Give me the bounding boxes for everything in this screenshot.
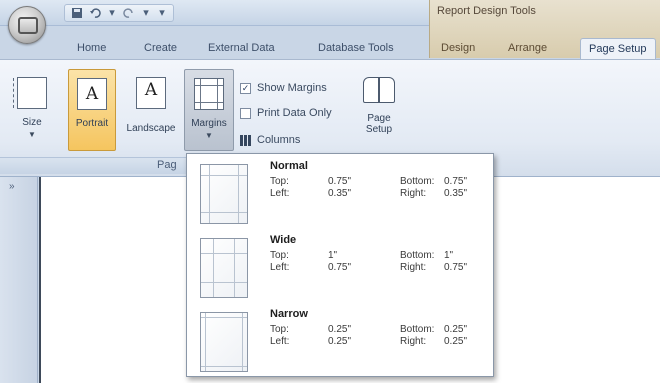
- option-name: Narrow: [270, 308, 308, 320]
- tab-external-data[interactable]: External Data: [208, 42, 275, 58]
- chevron-down-icon: ▼: [205, 131, 213, 140]
- landscape-label: Landscape: [126, 123, 176, 134]
- office-button[interactable]: [8, 6, 46, 44]
- navigation-pane: »: [0, 177, 38, 383]
- wide-margins-thumbnail-icon: [200, 238, 248, 298]
- left-label: Left:: [270, 262, 290, 273]
- columns-label: Columns: [257, 134, 301, 146]
- top-value: 0.25": [328, 324, 352, 335]
- undo-dropdown-icon[interactable]: ▾: [107, 7, 117, 19]
- right-value: 0.75": [444, 262, 468, 273]
- tab-page-setup[interactable]: Page Setup: [580, 38, 656, 60]
- show-margins-checkbox[interactable]: ✓ Show Margins: [240, 80, 327, 96]
- expand-pane-icon[interactable]: »: [9, 181, 15, 192]
- group-label: Pag: [157, 159, 177, 171]
- landscape-page-icon: A: [136, 77, 166, 109]
- tab-arrange[interactable]: Arrange: [508, 42, 547, 58]
- page-setup-label-1: Page: [367, 113, 391, 124]
- option-name: Normal: [270, 160, 308, 172]
- right-label: Right:: [400, 262, 427, 273]
- print-data-only-label: Print Data Only: [257, 107, 332, 119]
- left-value: 0.75": [328, 262, 352, 273]
- tab-create[interactable]: Create: [144, 42, 177, 58]
- bottom-label: Bottom:: [400, 250, 435, 261]
- left-value: 0.35": [328, 188, 352, 199]
- margins-label: Margins: [191, 118, 227, 129]
- portrait-glyph: A: [85, 84, 99, 104]
- bottom-value: 1": [444, 250, 454, 261]
- redo-dropdown-icon[interactable]: ▾: [141, 7, 151, 19]
- top-value: 0.75": [328, 176, 352, 187]
- margins-dropdown: Normal Top: 0.75" Bottom: 0.75" Left: 0.…: [186, 153, 494, 377]
- right-value: 0.35": [444, 188, 468, 199]
- size-label: Size: [22, 117, 42, 128]
- top-value: 1": [328, 250, 338, 261]
- left-label: Left:: [270, 336, 290, 347]
- portrait-label: Portrait: [75, 118, 109, 129]
- save-icon[interactable]: [71, 7, 83, 19]
- margin-option-wide[interactable]: Wide Top: 1" Bottom: 1" Left: 0.75" Righ…: [188, 232, 492, 304]
- top-label: Top:: [270, 250, 289, 261]
- chevron-down-icon: ▼: [28, 130, 36, 139]
- checkmark-icon: ✓: [240, 82, 251, 94]
- tab-home[interactable]: Home: [77, 42, 106, 58]
- tab-design[interactable]: Design: [441, 42, 475, 58]
- bottom-value: 0.75": [444, 176, 468, 187]
- landscape-glyph: A: [144, 80, 158, 100]
- context-title: Report Design Tools: [437, 5, 536, 17]
- page-setup-button[interactable]: Page Setup: [355, 75, 403, 155]
- margin-option-normal[interactable]: Normal Top: 0.75" Bottom: 0.75" Left: 0.…: [188, 158, 492, 230]
- right-label: Right:: [400, 336, 427, 347]
- empty-checkbox-icon: [240, 107, 251, 119]
- margin-option-narrow[interactable]: Narrow Top: 0.25" Bottom: 0.25" Left: 0.…: [188, 306, 492, 378]
- columns-button[interactable]: Columns: [240, 132, 300, 148]
- page-size-icon: [13, 77, 47, 109]
- bottom-label: Bottom:: [400, 176, 435, 187]
- show-margins-label: Show Margins: [257, 82, 327, 94]
- landscape-button[interactable]: A Landscape: [120, 69, 182, 151]
- top-label: Top:: [270, 176, 289, 187]
- margins-button[interactable]: Margins ▼: [184, 69, 234, 151]
- portrait-button[interactable]: A Portrait: [68, 69, 116, 151]
- size-button[interactable]: Size ▼: [12, 69, 52, 151]
- redo-icon[interactable]: [123, 7, 135, 19]
- portrait-page-icon: A: [77, 78, 107, 110]
- tab-database-tools[interactable]: Database Tools: [318, 42, 394, 58]
- bottom-label: Bottom:: [400, 324, 435, 335]
- normal-margins-thumbnail-icon: [200, 164, 248, 224]
- columns-icon: [240, 134, 251, 146]
- customize-icon[interactable]: ▾: [157, 7, 167, 19]
- left-value: 0.25": [328, 336, 352, 347]
- right-label: Right:: [400, 188, 427, 199]
- quick-access-toolbar: ▾ ▾ ▾: [64, 4, 174, 22]
- top-label: Top:: [270, 324, 289, 335]
- right-value: 0.25": [444, 336, 468, 347]
- narrow-margins-thumbnail-icon: [200, 312, 248, 372]
- margins-icon: [194, 78, 224, 110]
- option-name: Wide: [270, 234, 297, 246]
- bottom-value: 0.25": [444, 324, 468, 335]
- undo-icon[interactable]: [89, 7, 101, 19]
- left-label: Left:: [270, 188, 290, 199]
- print-data-only-checkbox[interactable]: Print Data Only: [240, 105, 332, 121]
- office-logo-icon: [18, 17, 38, 34]
- page-setup-label-2: Setup: [365, 124, 393, 135]
- page-setup-icon: [362, 75, 396, 105]
